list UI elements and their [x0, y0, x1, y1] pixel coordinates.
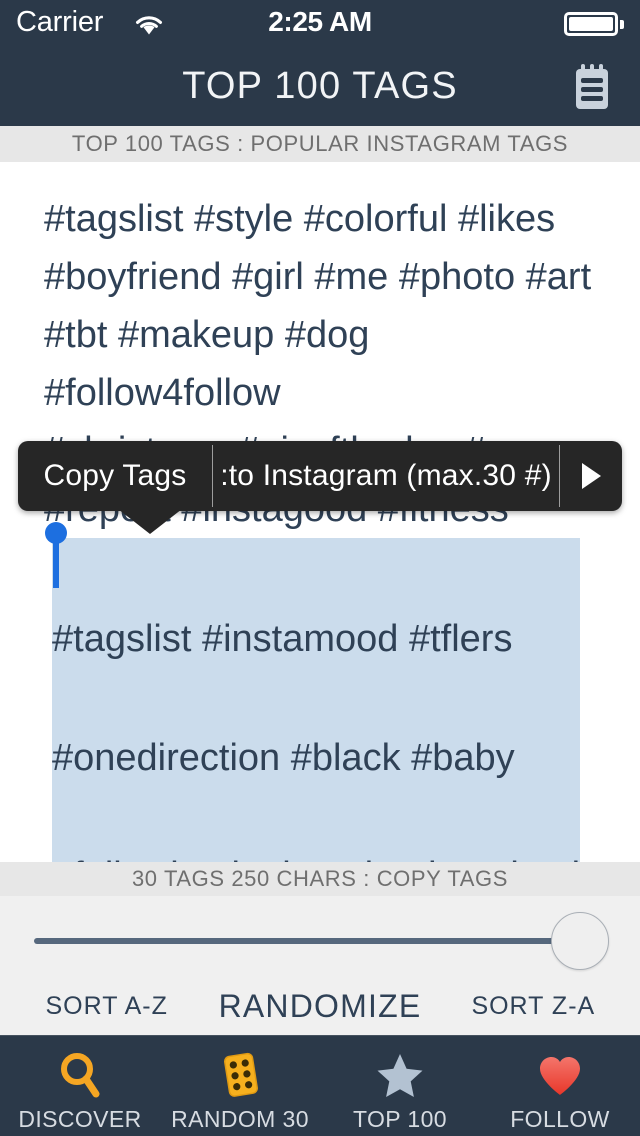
popup-pointer — [118, 509, 182, 534]
tab-label-discover: DISCOVER — [18, 1106, 142, 1132]
tab-discover[interactable]: DISCOVER — [0, 1036, 160, 1136]
tab-label-top-100: TOP 100 — [352, 1106, 447, 1132]
selected-tags-textview[interactable]: #tagslist #instamood #tflers #onedirecti… — [0, 532, 640, 862]
dice-icon — [216, 1048, 264, 1102]
page-title: TOP 100 TAGS — [182, 65, 458, 107]
navigation-bar: TOP 100 TAGS — [0, 46, 640, 126]
selected-tags-line: #onedirection #black #baby — [52, 736, 515, 779]
selected-tags-text: #tagslist #instamood #tflers #onedirecti… — [52, 538, 612, 862]
tag-count-slider[interactable] — [0, 896, 640, 982]
sort-button-row: SORT A-Z RANDOMIZE SORT Z-A — [0, 976, 640, 1036]
slider-track — [34, 938, 608, 944]
count-label: 30 TAGS 250 CHARS : COPY TAGS — [131, 866, 509, 891]
heart-icon — [536, 1048, 584, 1102]
menu-next-button[interactable] — [560, 441, 622, 511]
selected-tags-line: #tagslist #instamood #tflers — [52, 618, 513, 660]
magnifier-icon — [57, 1048, 103, 1102]
star-icon — [375, 1048, 425, 1102]
subtitle-label: TOP 100 TAGS : POPULAR INSTAGRAM TAGS — [71, 131, 569, 156]
selected-tags-line: #followback #beach #throwback — [52, 854, 612, 862]
app-screen: Carrier 2:25 AM TOP 100 TAGS TOP 100 TAG… — [0, 0, 640, 1136]
randomize-button[interactable]: RANDOMIZE — [213, 988, 426, 1025]
battery-full-icon — [564, 12, 618, 36]
notepad-icon[interactable] — [568, 62, 616, 112]
status-bar: Carrier 2:25 AM — [0, 0, 640, 46]
copy-target-button[interactable]: :to Instagram (max.30 #) — [213, 441, 559, 511]
copy-menu-popup[interactable]: Copy Tags :to Instagram (max.30 #) — [18, 441, 622, 511]
tab-follow[interactable]: FOLLOW — [480, 1036, 640, 1136]
sort-az-button[interactable]: SORT A-Z — [0, 992, 213, 1021]
controls-panel: SORT A-Z RANDOMIZE SORT Z-A — [0, 896, 640, 1036]
battery-nub-icon — [620, 20, 624, 29]
subtitle-bar: TOP 100 TAGS : POPULAR INSTAGRAM TAGS — [0, 126, 640, 162]
tab-label-follow: FOLLOW — [510, 1106, 610, 1132]
tab-bar: DISCOVER RANDOM 30 TOP 100 FOLLOW — [0, 1035, 640, 1136]
clock-label: 2:25 AM — [268, 6, 372, 37]
tab-label-random-30: RANDOM 30 — [171, 1106, 309, 1132]
selection-handle-icon[interactable] — [45, 522, 67, 588]
slider-thumb[interactable] — [551, 912, 609, 970]
arrow-right-icon — [581, 463, 601, 489]
copy-tags-button[interactable]: Copy Tags — [18, 441, 212, 511]
sort-za-button[interactable]: SORT Z-A — [427, 992, 640, 1021]
tab-top-100[interactable]: TOP 100 — [320, 1036, 480, 1136]
tab-random-30[interactable]: RANDOM 30 — [160, 1036, 320, 1136]
count-bar: 30 TAGS 250 CHARS : COPY TAGS — [0, 862, 640, 896]
